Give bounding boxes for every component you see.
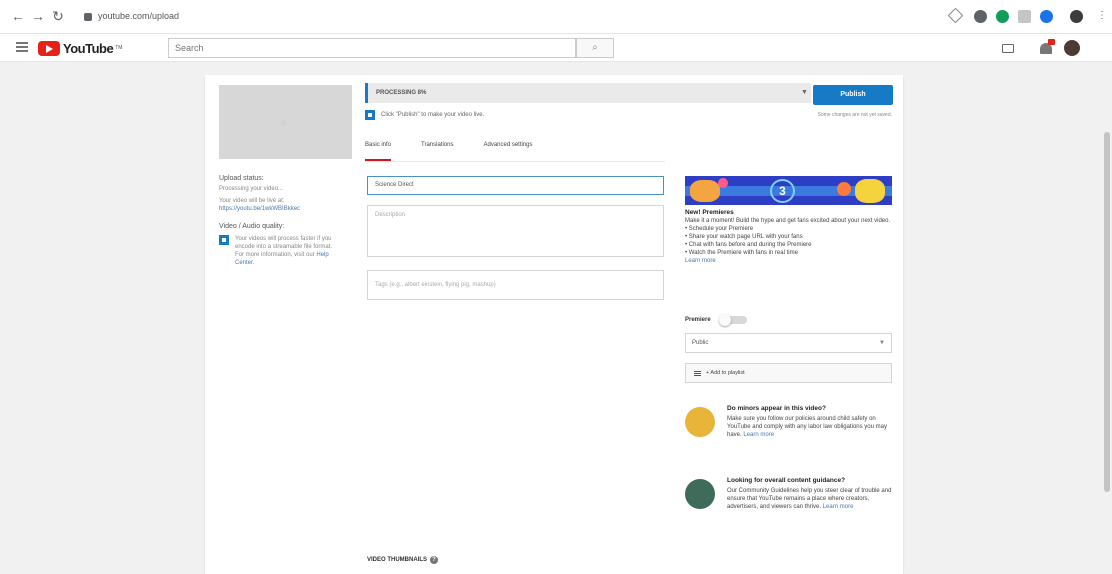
card-text: Our Community Guidelines help you steer … — [727, 488, 892, 510]
card-heading: Do minors appear in this video? — [727, 405, 826, 412]
banner-illustration — [837, 182, 851, 196]
title-field[interactable]: Science Direct — [367, 176, 664, 195]
tab-translations[interactable]: Translations — [421, 133, 453, 161]
logo-text: YouTube — [63, 40, 114, 56]
premiere-toggle[interactable] — [718, 314, 747, 326]
upload-panel: ◌ Upload status: Processing your video..… — [205, 75, 903, 574]
premiere-intro: Make it a moment! Build the hype and get… — [685, 218, 891, 224]
play-logo-icon — [38, 40, 60, 56]
profile-icon[interactable] — [1070, 10, 1083, 23]
premiere-setting: Premiere — [685, 314, 747, 326]
upload-status-heading: Upload status: — [219, 175, 264, 182]
premiere-promo-banner: 3 — [685, 176, 892, 205]
processing-progress-bar: PROCESSING 8% — [365, 83, 811, 103]
learn-more-link[interactable]: Learn more — [823, 504, 854, 510]
premiere-promo-text: New! Premieres Make it a moment! Build t… — [685, 209, 892, 265]
cast-icon[interactable] — [1018, 10, 1031, 23]
quality-info: Your videos will process faster if you e… — [219, 235, 339, 267]
countdown-badge: 3 — [770, 179, 795, 203]
search-icon: ⌕ — [592, 42, 598, 53]
banner-illustration — [718, 178, 728, 188]
avatar[interactable] — [1064, 40, 1080, 56]
video-thumbnail-placeholder: ◌ — [219, 85, 352, 159]
help-icon[interactable]: ? — [430, 556, 438, 564]
extension-icon[interactable] — [974, 10, 987, 23]
lock-icon — [84, 12, 92, 21]
video-link[interactable]: https://youtu.be/1wkWBIBkkec — [219, 205, 339, 213]
info-icon — [219, 235, 229, 245]
guidelines-icon — [685, 479, 715, 509]
child-safety-icon — [685, 407, 715, 437]
browser-toolbar: ← → ↻ youtube.com/upload ⋮ — [0, 0, 1112, 34]
scrollbar[interactable] — [1102, 62, 1112, 574]
drive-icon[interactable] — [996, 10, 1009, 23]
upload-status-section: Upload status: Processing your video... … — [219, 175, 339, 267]
search-input[interactable] — [168, 38, 576, 58]
playlist-icon — [694, 370, 701, 376]
upload-status-text: Processing your video... — [219, 186, 284, 192]
scrollbar-thumb[interactable] — [1104, 132, 1110, 492]
video-thumbnails-heading: VIDEO THUMBNAILS ? — [367, 556, 438, 564]
chevron-down-icon: ▼ — [879, 340, 885, 346]
hamburger-menu-icon[interactable] — [16, 42, 28, 52]
unsaved-changes-text: Some changes are not yet saved. — [817, 112, 893, 118]
divider — [365, 161, 665, 162]
tab-basic-info[interactable]: Basic info — [365, 133, 392, 161]
progress-text: PROCESSING 8% — [376, 90, 427, 96]
premiere-bullet: • Chat with fans before and during the P… — [685, 242, 812, 248]
premiere-bullet: • Schedule your Premiere — [685, 226, 754, 232]
back-icon[interactable]: ← — [10, 8, 26, 24]
info-icon — [365, 110, 375, 120]
card-heading: Looking for overall content guidance? — [727, 477, 846, 484]
tags-field[interactable]: Tags (e.g., albert einstein, flying pig,… — [367, 270, 664, 300]
extension-icon[interactable] — [1040, 10, 1053, 23]
premiere-label: Premiere — [685, 317, 711, 323]
privacy-select[interactable]: Public ▼ — [685, 333, 892, 353]
minors-info-card: Do minors appear in this video? Make sur… — [685, 405, 895, 439]
upload-video-icon[interactable] — [1002, 44, 1014, 53]
youtube-logo[interactable]: YouTube TM — [38, 40, 122, 56]
address-bar[interactable]: youtube.com/upload — [84, 7, 274, 25]
video-live-text: Your video will be live at: — [219, 198, 285, 204]
search-button[interactable]: ⌕ — [576, 38, 614, 58]
publish-button[interactable]: Publish — [813, 85, 893, 105]
logo-trademark: TM — [115, 45, 123, 51]
quality-heading: Video / Audio quality: — [219, 223, 285, 230]
chevron-down-icon[interactable]: ▼ — [801, 89, 808, 96]
banner-illustration — [855, 179, 885, 203]
guidelines-info-card: Looking for overall content guidance? Ou… — [685, 477, 895, 511]
premiere-heading: New! Premieres — [685, 209, 734, 216]
playlist-label: + Add to playlist — [706, 370, 745, 376]
url-text: youtube.com/upload — [98, 11, 180, 21]
privacy-value: Public — [692, 340, 709, 346]
learn-more-link[interactable]: Learn more — [685, 257, 892, 265]
add-to-playlist-button[interactable]: + Add to playlist — [685, 363, 892, 383]
notification-badge — [1048, 39, 1055, 45]
loading-icon: ◌ — [281, 118, 286, 127]
publish-hint: Click "Publish" to make your video live. — [365, 110, 484, 120]
description-field[interactable]: Description — [367, 205, 664, 257]
reload-icon[interactable]: ↻ — [50, 8, 66, 24]
banner-illustration — [690, 180, 720, 202]
menu-icon[interactable]: ⋮ — [1094, 8, 1110, 24]
learn-more-link[interactable]: Learn more — [743, 432, 774, 438]
tab-advanced-settings[interactable]: Advanced settings — [483, 133, 532, 161]
premiere-bullet: • Share your watch page URL with your fa… — [685, 234, 803, 240]
tabs: Basic info Translations Advanced setting… — [365, 133, 563, 161]
forward-icon[interactable]: → — [30, 8, 46, 24]
premiere-bullet: • Watch the Premiere with fans in real t… — [685, 250, 798, 256]
star-icon[interactable] — [947, 7, 964, 24]
youtube-header: YouTube TM ⌕ — [0, 34, 1112, 62]
publish-hint-text: Click "Publish" to make your video live. — [381, 112, 485, 118]
thumbnails-label: VIDEO THUMBNAILS — [367, 557, 427, 563]
